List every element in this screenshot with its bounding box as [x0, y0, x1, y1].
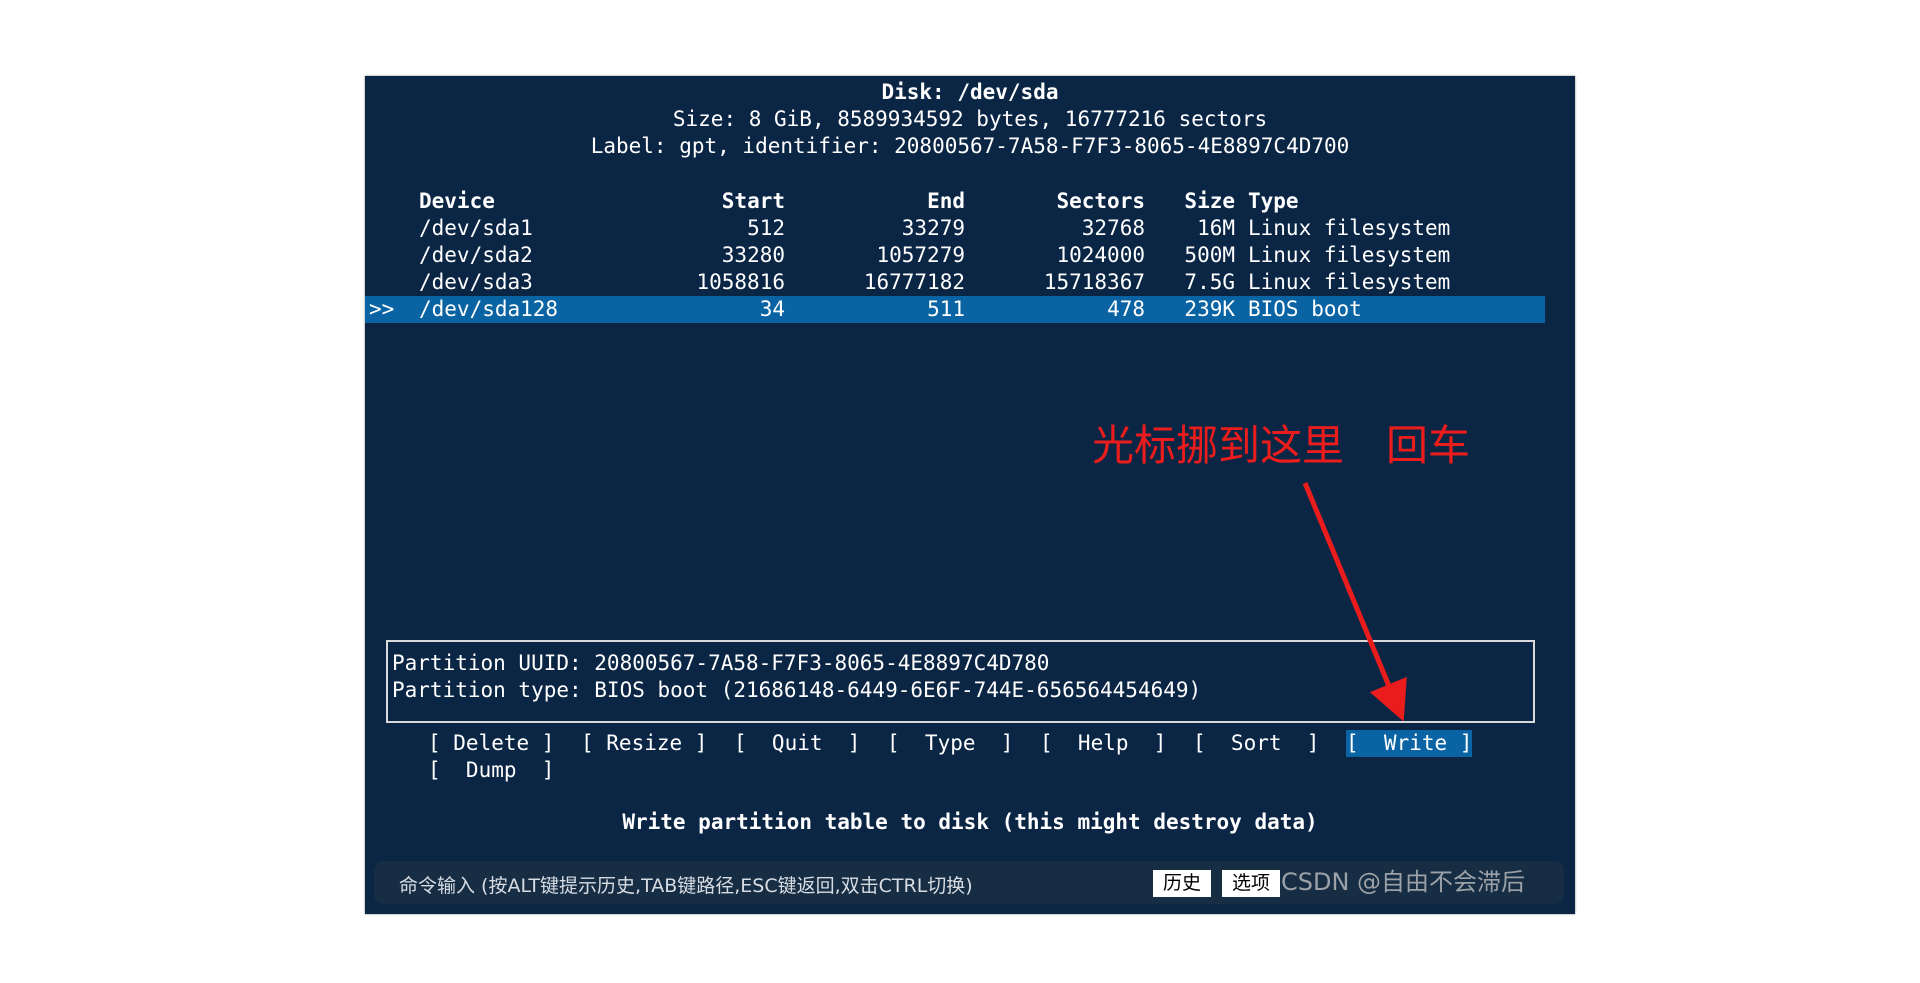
- annotation-arrow: [1302, 482, 1407, 722]
- arrow-line: [1302, 482, 1407, 722]
